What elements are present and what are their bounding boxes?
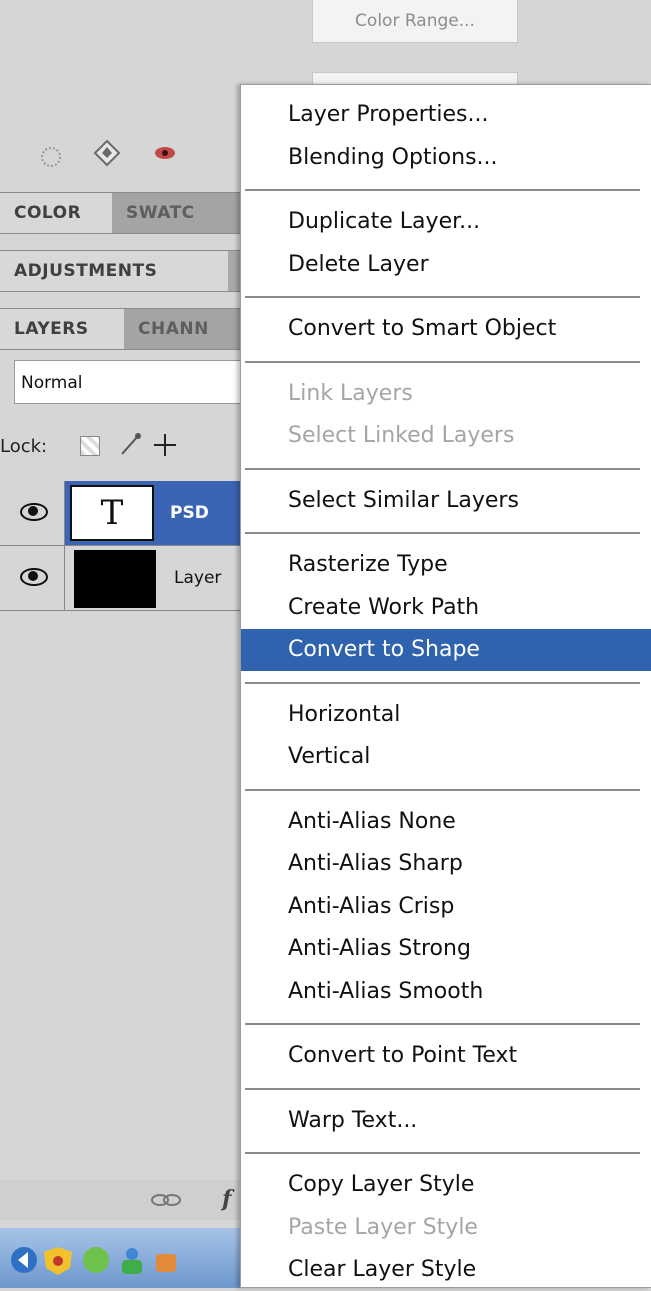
layer-name: PSD [170, 503, 209, 523]
visibility-toggle[interactable] [0, 481, 65, 545]
menu-separator [245, 296, 640, 298]
messenger-icon[interactable] [83, 1247, 109, 1273]
menu-item-clear-layer-style[interactable]: Clear Layer Style [241, 1249, 651, 1291]
menu-item-create-work-path[interactable]: Create Work Path [241, 587, 651, 629]
menu-separator [245, 788, 640, 791]
menu-item-warp-text[interactable]: Warp Text... [241, 1100, 651, 1142]
menu-separator [245, 467, 640, 470]
layer-thumbnail: T [70, 485, 154, 541]
users-icon[interactable] [122, 1248, 142, 1274]
menu-item-anti-alias-smooth[interactable]: Anti-Alias Smooth [241, 971, 651, 1013]
menu-item-anti-alias-strong[interactable]: Anti-Alias Strong [241, 928, 651, 970]
tab-swatches[interactable]: SWATC [112, 193, 245, 233]
menu-item-link-layers: Link Layers [288, 380, 413, 406]
tab-channels[interactable]: CHANN [124, 309, 245, 349]
lock-label: Lock: [0, 436, 48, 457]
menu-item-paste-layer-style: Paste Layer Style [288, 1214, 478, 1240]
layer-thumbnail [74, 550, 156, 608]
mask-diamond-icon[interactable] [92, 138, 122, 168]
tab-color[interactable]: COLOR [0, 193, 112, 233]
link-layers-icon[interactable] [150, 1190, 182, 1210]
menu-item-anti-alias-crisp[interactable]: Anti-Alias Crisp [241, 886, 651, 928]
menu-item-convert-to-shape[interactable]: Convert to Shape [241, 629, 651, 671]
adjustments-panel-tabbar: ADJUSTMENTS [0, 250, 245, 292]
panel-icon-row [0, 128, 245, 178]
layers-panel-footer: f [0, 1180, 245, 1220]
menu-separator [245, 1087, 640, 1090]
layer-row[interactable]: T PSD [0, 481, 245, 546]
color-range-button[interactable]: Color Range... [312, 0, 518, 43]
menu-separator [245, 532, 640, 534]
layer-style-icon[interactable]: f [222, 1186, 231, 1212]
menu-item-select-linked-layers: Select Linked Layers [288, 423, 515, 448]
security-shield-icon[interactable] [44, 1247, 72, 1275]
layers-panel-tabbar: LAYERS CHANN [0, 308, 245, 350]
blend-mode-select[interactable]: Normal [14, 360, 254, 404]
visibility-toggle[interactable] [0, 546, 65, 610]
menu-item-convert-to-point-text[interactable]: Convert to Point Text [241, 1035, 651, 1077]
layer-row[interactable]: Layer [0, 546, 245, 611]
menu-item-convert-to-smart-object[interactable]: Convert to Smart Object [241, 308, 651, 350]
menu-item-horizontal[interactable]: Horizontal [241, 694, 651, 736]
menu-item-rasterize-type[interactable]: Rasterize Type [241, 544, 651, 586]
menu-item-select-similar-layers[interactable]: Select Similar Layers [241, 480, 651, 522]
tab-layers[interactable]: LAYERS [0, 309, 124, 349]
lock-move-icon[interactable] [152, 432, 178, 458]
lock-row: Lock: [0, 420, 245, 470]
menu-separator [245, 681, 640, 684]
menu-separator [245, 1023, 640, 1025]
menu-separator [245, 360, 640, 363]
lock-transparent-icon[interactable] [80, 436, 100, 456]
layer-name: Layer [174, 568, 222, 588]
menu-item-anti-alias-none[interactable]: Anti-Alias None [241, 801, 651, 843]
back-arrow-icon[interactable] [11, 1247, 37, 1273]
menu-item-copy-layer-style[interactable]: Copy Layer Style [241, 1164, 651, 1206]
lock-brush-icon[interactable] [118, 432, 144, 458]
eye-icon [20, 503, 48, 521]
menu-item-layer-properties[interactable]: Layer Properties... [241, 94, 651, 136]
menu-item-delete-layer[interactable]: Delete Layer [241, 244, 651, 286]
menu-item-anti-alias-sharp[interactable]: Anti-Alias Sharp [241, 843, 651, 885]
menu-item-vertical[interactable]: Vertical [241, 736, 651, 778]
menu-item-duplicate-layer[interactable]: Duplicate Layer... [241, 201, 651, 243]
menu-separator [245, 189, 640, 191]
context-menu: Layer Properties... Blending Options... Du… [240, 84, 651, 1288]
tab-adjustments[interactable]: ADJUSTMENTS [0, 251, 228, 291]
color-panel-tabbar: COLOR SWATC [0, 192, 245, 234]
taskbar [0, 1228, 245, 1288]
network-icon[interactable] [156, 1254, 176, 1272]
menu-separator [245, 1152, 640, 1154]
red-eye-icon[interactable] [150, 138, 180, 168]
selection-circle-icon[interactable] [36, 142, 66, 172]
eye-icon [20, 568, 48, 586]
menu-item-blending-options[interactable]: Blending Options... [241, 137, 651, 179]
